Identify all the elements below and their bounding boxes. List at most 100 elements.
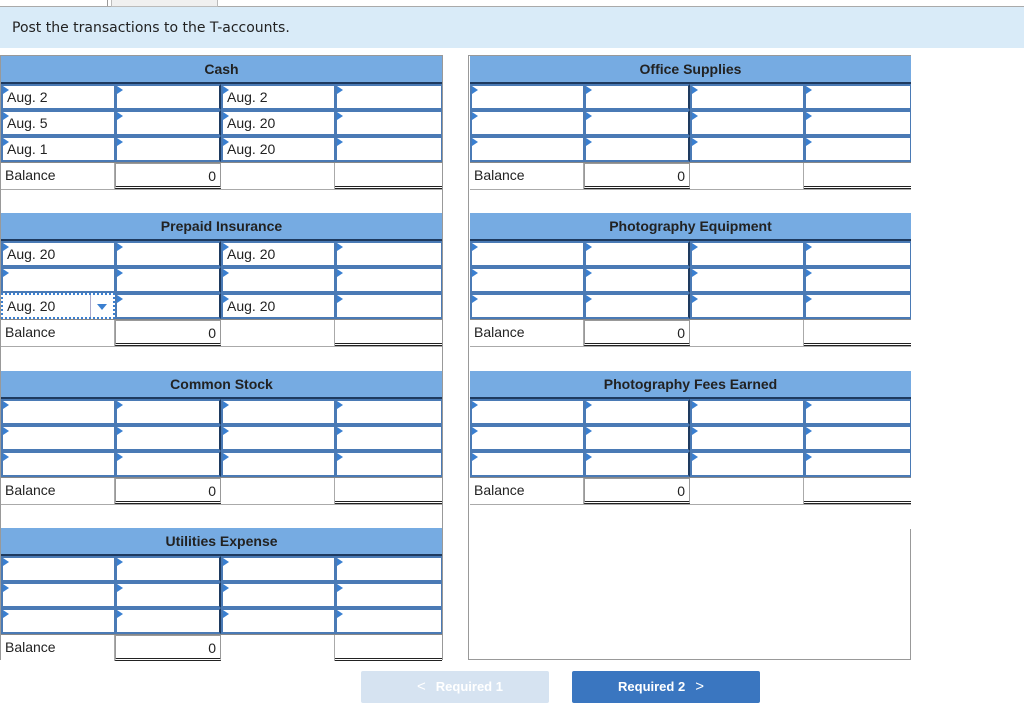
credit-amount-input[interactable] [335, 451, 442, 477]
debit-date-select[interactable]: Aug. 20 [1, 241, 115, 267]
credit-amount-input[interactable] [804, 267, 911, 293]
entry-row: Aug. 1 Aug. 20 [1, 136, 442, 162]
dropdown-arrow-icon[interactable] [90, 295, 113, 317]
credit-amount-input[interactable] [335, 110, 442, 136]
debit-date-select[interactable] [1, 582, 115, 608]
credit-amount-input[interactable] [335, 84, 442, 110]
debit-amount-input[interactable] [115, 241, 221, 267]
debit-date-select[interactable] [470, 241, 584, 267]
debit-date-select[interactable] [470, 425, 584, 451]
credit-amount-input[interactable] [335, 241, 442, 267]
debit-amount-input[interactable] [115, 293, 221, 319]
debit-date-select[interactable] [470, 293, 584, 319]
debit-amount-input[interactable] [584, 399, 690, 425]
dropdown-marker-icon [223, 112, 229, 120]
debit-date-select[interactable] [1, 425, 115, 451]
credit-amount-input[interactable] [804, 451, 911, 477]
credit-date-select[interactable] [221, 267, 335, 293]
debit-amount-input[interactable] [115, 267, 221, 293]
credit-date-select[interactable] [690, 451, 804, 477]
credit-date-select[interactable] [690, 84, 804, 110]
credit-amount-input[interactable] [804, 293, 911, 319]
credit-date-select[interactable] [690, 293, 804, 319]
next-required-2-button[interactable]: Required 2 > [572, 671, 760, 703]
credit-amount-input[interactable] [335, 582, 442, 608]
credit-amount-input[interactable] [335, 399, 442, 425]
debit-amount-input[interactable] [115, 84, 221, 110]
dropdown-marker-icon [223, 243, 229, 251]
debit-date-select[interactable]: Aug. 2 [1, 84, 115, 110]
debit-amount-input[interactable] [115, 110, 221, 136]
debit-amount-input[interactable] [584, 293, 690, 319]
credit-date-select[interactable] [221, 556, 335, 582]
debit-amount-input[interactable] [115, 451, 221, 477]
prev-required-1-button[interactable]: < Required 1 [361, 671, 549, 703]
credit-amount-input[interactable] [804, 110, 911, 136]
dropdown-marker-icon [586, 138, 592, 146]
credit-date-select[interactable] [221, 425, 335, 451]
credit-date-select[interactable] [221, 451, 335, 477]
debit-date-select[interactable]: Aug. 1 [1, 136, 115, 162]
account-spacer [470, 189, 911, 214]
debit-amount-input[interactable] [584, 84, 690, 110]
debit-date-select[interactable] [1, 267, 115, 293]
debit-amount-input[interactable] [115, 582, 221, 608]
credit-amount-input[interactable] [804, 399, 911, 425]
debit-date-select[interactable] [470, 399, 584, 425]
tab-required-2[interactable] [111, 0, 218, 7]
credit-amount-input[interactable] [335, 608, 442, 634]
debit-amount-input[interactable] [584, 110, 690, 136]
debit-amount-input[interactable] [115, 556, 221, 582]
entry-row [470, 267, 911, 293]
debit-date-select[interactable] [470, 110, 584, 136]
entry-row [470, 136, 911, 162]
credit-date-select[interactable]: Aug. 20 [221, 136, 335, 162]
credit-date-select[interactable]: Aug. 20 [221, 293, 335, 319]
debit-amount-input[interactable] [115, 425, 221, 451]
credit-amount-input[interactable] [804, 136, 911, 162]
debit-date-select[interactable] [470, 267, 584, 293]
dropdown-marker-icon [337, 295, 343, 303]
debit-amount-input[interactable] [115, 399, 221, 425]
debit-date-select[interactable] [1, 556, 115, 582]
credit-date-select[interactable] [690, 399, 804, 425]
credit-date-select[interactable] [221, 608, 335, 634]
credit-date-select[interactable]: Aug. 20 [221, 241, 335, 267]
credit-amount-input[interactable] [335, 425, 442, 451]
credit-amount-input[interactable] [335, 136, 442, 162]
debit-amount-input[interactable] [584, 425, 690, 451]
credit-amount-input[interactable] [804, 241, 911, 267]
credit-date-select[interactable] [690, 110, 804, 136]
debit-amount-input[interactable] [584, 267, 690, 293]
debit-date-select[interactable] [470, 451, 584, 477]
credit-date-select[interactable] [221, 582, 335, 608]
prev-button-label: Required 1 [435, 679, 503, 694]
debit-amount-input[interactable] [584, 136, 690, 162]
debit-date-select[interactable]: Aug. 5 [1, 110, 115, 136]
credit-date-select[interactable] [690, 267, 804, 293]
credit-amount-input[interactable] [335, 556, 442, 582]
credit-date-select[interactable] [690, 241, 804, 267]
debit-date-select[interactable] [1, 399, 115, 425]
credit-amount-input[interactable] [804, 84, 911, 110]
credit-amount-input[interactable] [335, 267, 442, 293]
debit-balance-value: 0 [584, 320, 690, 346]
credit-date-select[interactable]: Aug. 20 [221, 110, 335, 136]
debit-date-select[interactable] [1, 608, 115, 634]
debit-date-select[interactable] [1, 451, 115, 477]
debit-amount-input[interactable] [584, 451, 690, 477]
credit-date-select[interactable] [221, 399, 335, 425]
debit-date-select[interactable] [470, 84, 584, 110]
credit-date-select[interactable]: Aug. 2 [221, 84, 335, 110]
credit-date-select[interactable] [690, 425, 804, 451]
t-account-photography-fees-earned: Photography Fees Earned Balance 0 [470, 371, 911, 529]
debit-amount-input[interactable] [115, 608, 221, 634]
debit-date-select[interactable]: Aug. 20 [1, 293, 115, 319]
credit-amount-input[interactable] [335, 293, 442, 319]
debit-date-select[interactable] [470, 136, 584, 162]
debit-amount-input[interactable] [115, 136, 221, 162]
credit-date-select[interactable] [690, 136, 804, 162]
debit-amount-input[interactable] [584, 241, 690, 267]
credit-amount-input[interactable] [804, 425, 911, 451]
tab-required-1[interactable] [0, 0, 108, 6]
